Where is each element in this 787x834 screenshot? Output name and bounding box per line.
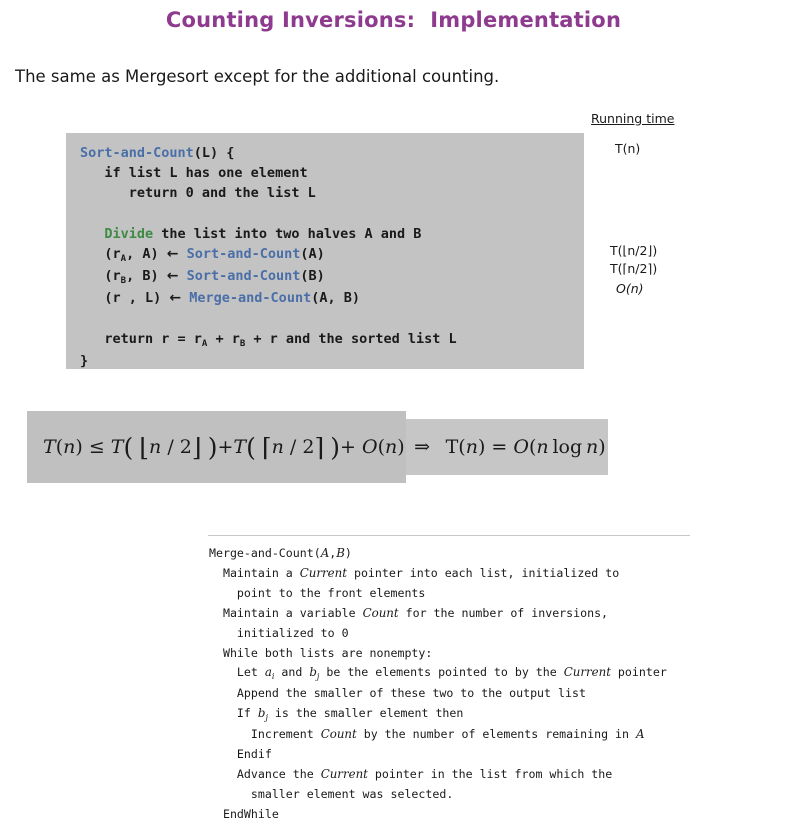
code-keyword-divide: Divide [104,225,154,242]
param-a: A [635,727,645,742]
assign-arrow-icon: ← [169,290,182,307]
pseudocode-divider [208,535,690,536]
code-keyword-merge-and-count: Merge-and-Count [189,290,312,307]
var-b-j: bj [257,706,268,722]
var-current: Current [563,665,611,680]
code-keyword-sort-and-count: Sort-and-Count [80,145,194,161]
var-b-j: bj [309,665,320,681]
var-a-i: ai [264,665,275,681]
code-keyword-sort-and-count: Sort-and-Count [186,268,301,285]
code-keyword-sort-and-count: Sort-and-Count [186,246,301,263]
slide-subtitle: The same as Mergesort except for the add… [15,67,500,86]
assign-arrow-icon: ← [166,268,179,285]
running-time-value-merge: O(n) [616,281,644,296]
var-current: Current [320,766,368,781]
sort-and-count-code: Sort-and-Count(L) { if list L has one el… [80,145,457,370]
running-time-value-ceil-half: T(⌈n/2⌉) [610,261,658,276]
var-current: Current [299,565,347,580]
running-time-value-root: T(n) [615,141,641,156]
page-title: Counting Inversions: Implementation [165,8,622,32]
running-time-value-floor-half: T(⌊n/2⌋) [610,243,658,258]
merge-and-count-pseudocode: Merge-and-Count(A,B) Maintain a Current … [209,546,667,821]
assign-arrow-icon: ← [166,246,179,263]
param-b: B [336,546,345,560]
running-time-heading: Running time [591,111,675,126]
recurrence-equation: T(n) ≤ T( ⌊n / 2⌋ )+T( ⌈n / 2⌉ )+ O(n) ⇒… [43,433,606,462]
param-a: A [320,546,330,560]
var-count: Count [320,727,357,742]
var-count: Count [362,605,399,620]
